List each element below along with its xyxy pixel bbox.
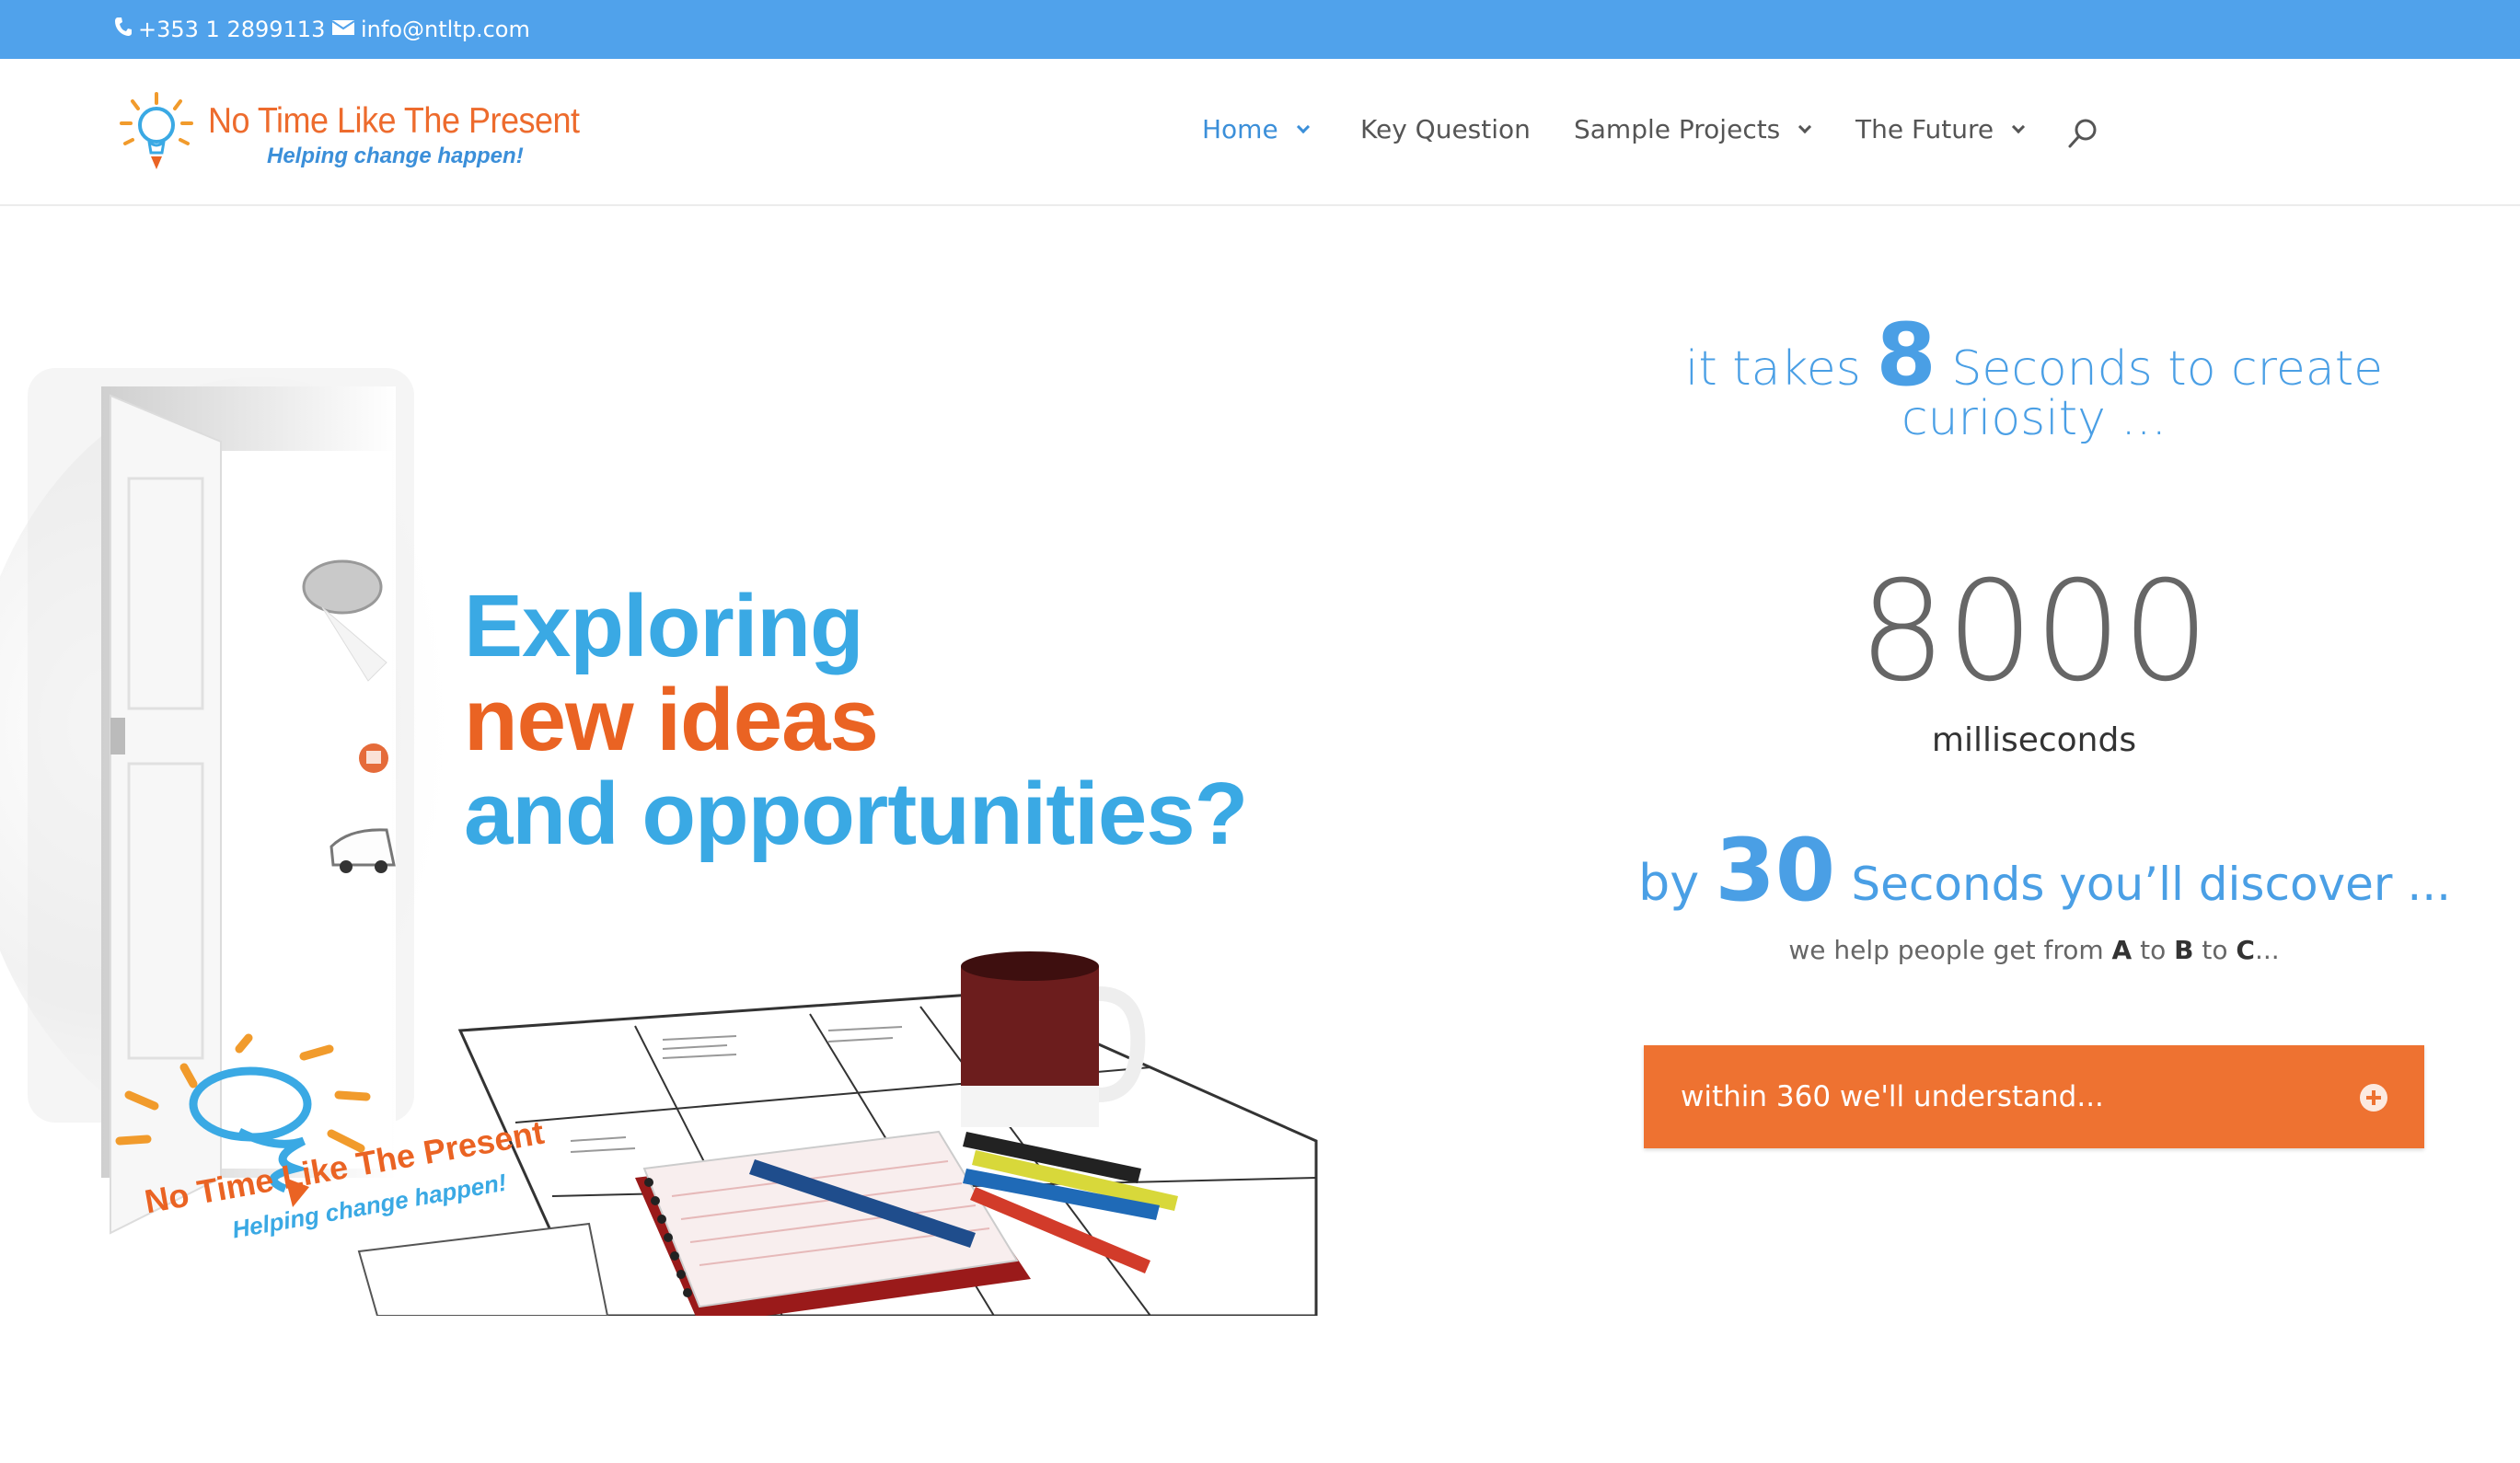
email-icon: [331, 17, 355, 42]
site-logo[interactable]: No Time Like The Present Helping change …: [120, 92, 598, 184]
eight-line2: curiosity ...: [1901, 391, 2167, 446]
eight-seconds-heading: it takes 8 Seconds to create curiosity .…: [1638, 313, 2430, 446]
hero-line-1: Exploring: [464, 577, 864, 675]
phone-number: +353 1 2899113: [138, 17, 326, 42]
nav-sample-projects-label: Sample Projects: [1574, 114, 1781, 144]
nav-home[interactable]: Home: [1202, 114, 1310, 144]
email-address: info@ntltp.com: [361, 17, 530, 42]
hero-illustration: Exploring new ideas and opportunities? N…: [0, 350, 1325, 1316]
phone-link[interactable]: +353 1 2899113: [114, 0, 325, 59]
nav-key-question-label: Key Question: [1360, 114, 1531, 144]
chevron-down-icon: [1798, 120, 1812, 133]
lightbulb-logo-icon: [120, 92, 193, 169]
abc-c: C: [2236, 935, 2255, 965]
email-link[interactable]: info@ntltp.com: [331, 0, 530, 59]
nav-the-future-label: The Future: [1855, 114, 1994, 144]
site-header: No Time Like The Present Helping change …: [0, 59, 2520, 206]
a-to-b-to-c-text: we help people get from A to B to C...: [1638, 935, 2430, 965]
thirty-seconds-heading: by 30 Seconds you’ll discover ...: [1638, 821, 2451, 921]
abc-to-1: to: [2140, 935, 2167, 965]
logo-name: No Time Like The Present: [208, 99, 580, 141]
hero-line-2: new ideas: [464, 671, 879, 769]
logo-tagline: Helping change happen!: [267, 144, 524, 168]
abc-a: A: [2111, 935, 2133, 965]
abc-to-2: to: [2202, 935, 2228, 965]
number-counter: 8000: [1858, 552, 2210, 712]
nav-the-future[interactable]: The Future: [1855, 114, 2026, 144]
plus-icon[interactable]: [2360, 1084, 2387, 1112]
chevron-down-icon: [2012, 120, 2026, 133]
hero-line-3: and opportunities?: [464, 765, 1248, 863]
intro-column: it takes 8 Seconds to create curiosity .…: [1638, 313, 2451, 966]
chevron-down-icon: [1296, 120, 1310, 133]
search-icon[interactable]: [2067, 118, 2098, 149]
toggle-label: within 360 we'll understand...: [1681, 1080, 2104, 1113]
abc-text: we help people get from: [1788, 935, 2104, 965]
thirty-suffix: Seconds you’ll discover ...: [1851, 858, 2452, 911]
abc-end: ...: [2254, 935, 2280, 965]
nav-sample-projects[interactable]: Sample Projects: [1574, 114, 1812, 144]
hero-headline: Exploring new ideas and opportunities?: [464, 577, 1248, 863]
toggle-understand[interactable]: within 360 we'll understand...: [1644, 1045, 2424, 1148]
top-bar: +353 1 2899113 info@ntltp.com: [0, 0, 2520, 59]
nav-home-label: Home: [1202, 114, 1278, 144]
thirty-number: 30: [1715, 821, 1836, 921]
eight-suffix: Seconds to create: [1951, 341, 2384, 397]
abc-b: B: [2174, 935, 2194, 965]
phone-icon: [114, 17, 133, 42]
counter-unit: milliseconds: [1931, 721, 2137, 759]
nav-key-question[interactable]: Key Question: [1360, 114, 1531, 144]
thirty-prefix: by: [1638, 854, 1700, 912]
eight-prefix: it takes: [1684, 341, 1861, 397]
